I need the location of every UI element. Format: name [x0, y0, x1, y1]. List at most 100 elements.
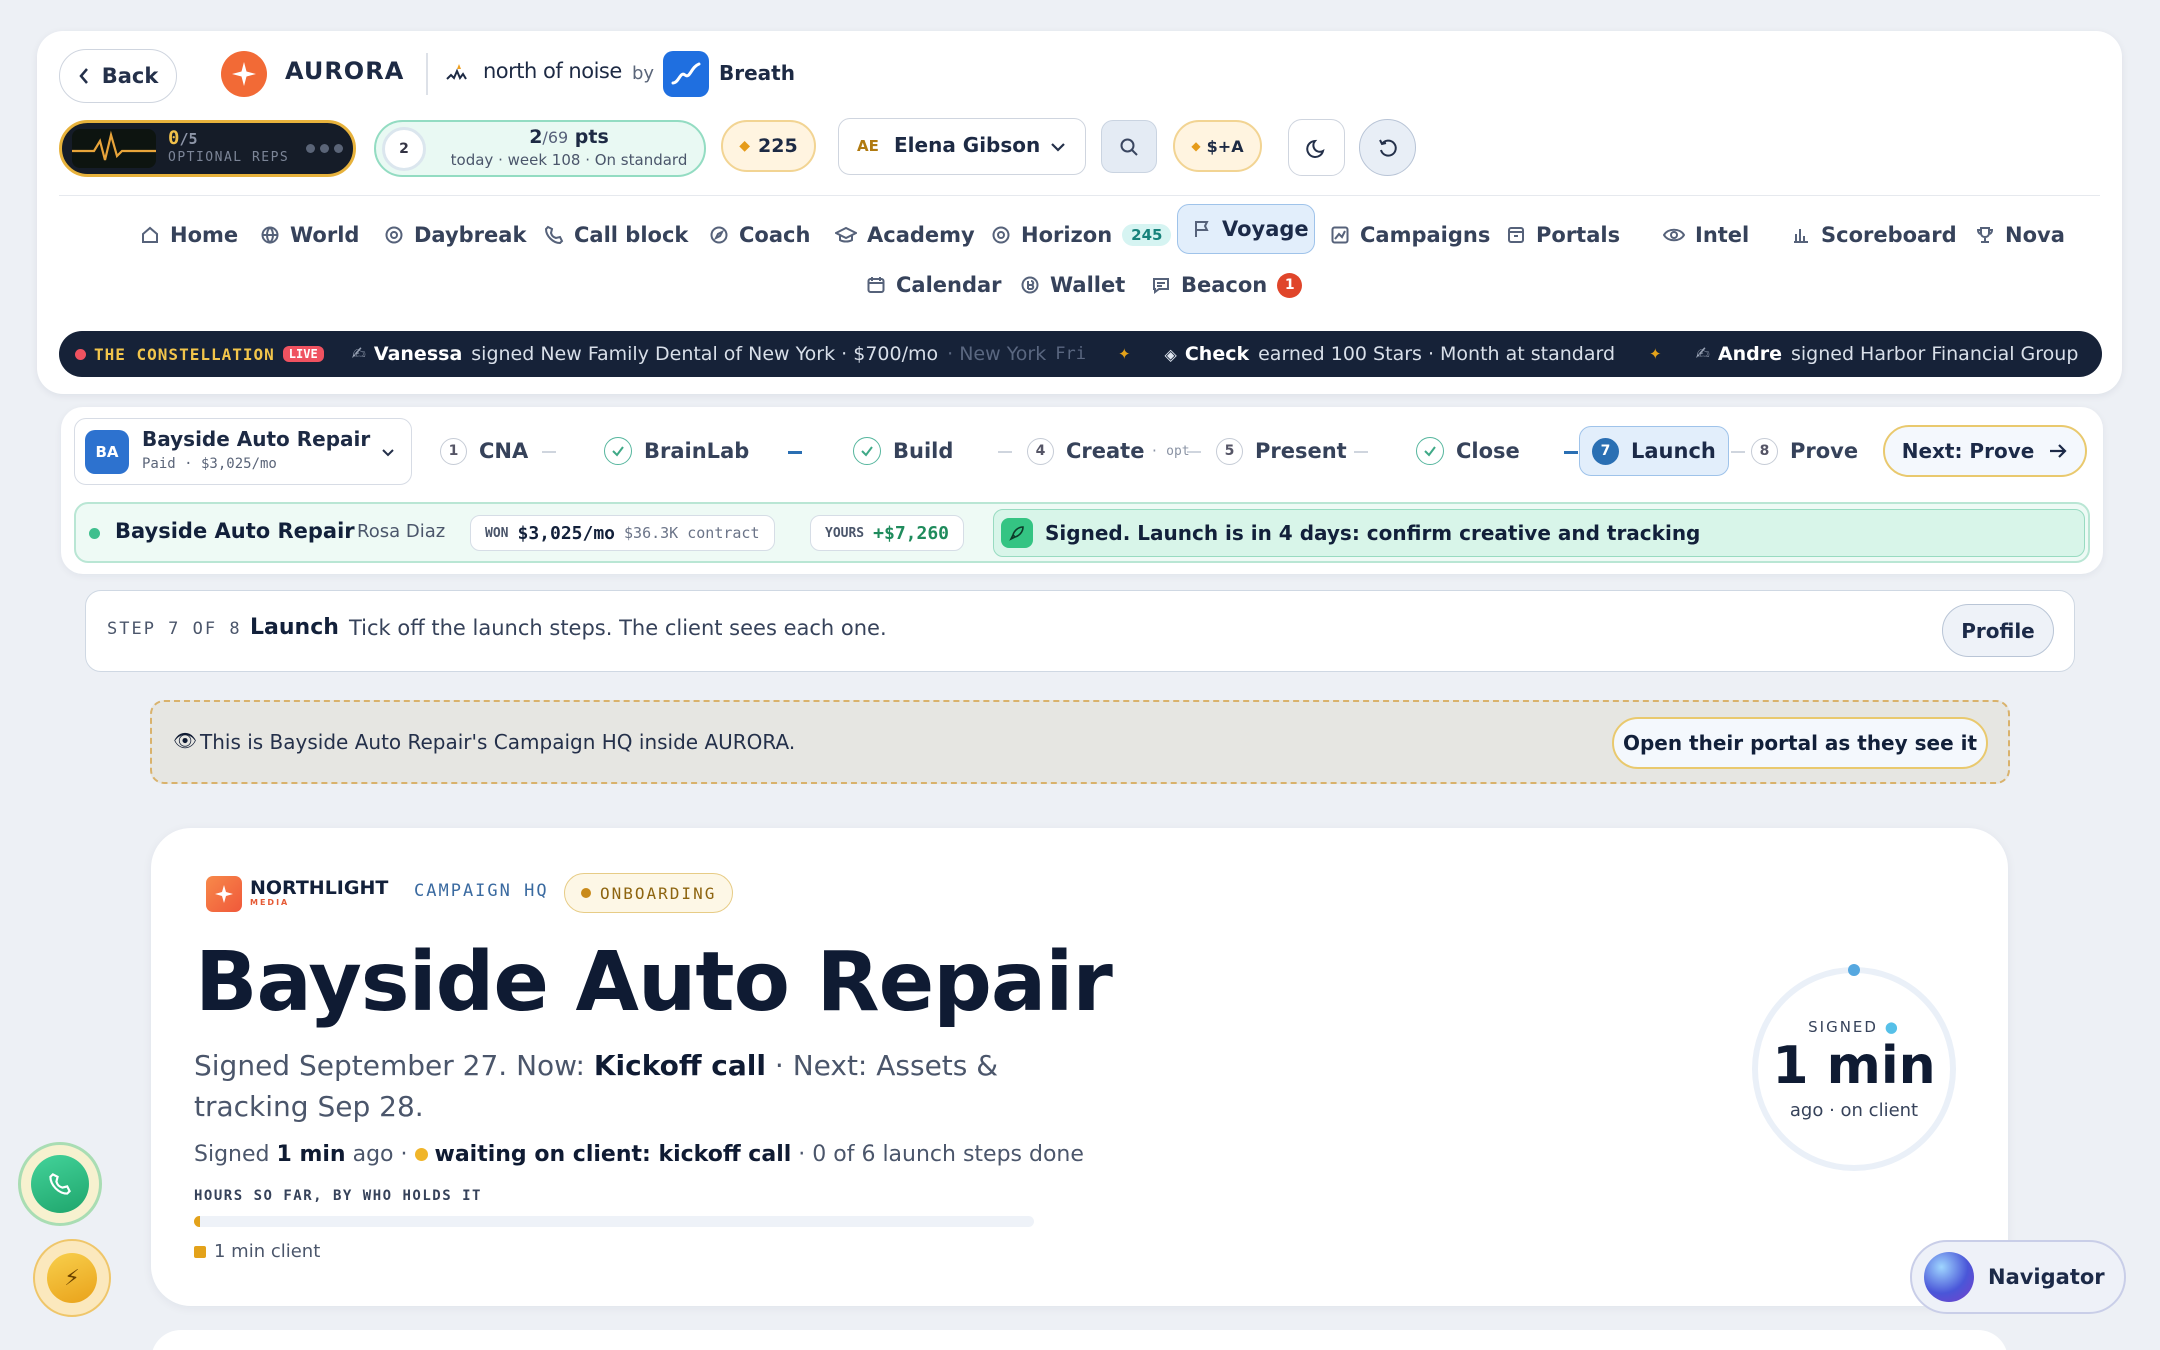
- beacon-count-badge: 1: [1277, 272, 1303, 298]
- nav-item-coach[interactable]: Coach: [709, 211, 810, 259]
- step-build[interactable]: Build: [853, 431, 953, 471]
- client-selector[interactable]: BA Bayside Auto Repair Paid · $3,025/mo: [74, 418, 412, 485]
- nav-item-portals[interactable]: Portals: [1506, 211, 1620, 259]
- summary-now: Kickoff call: [593, 1049, 766, 1082]
- won-label: WON: [485, 525, 509, 541]
- brand-name: AURORA: [285, 57, 405, 85]
- step-brainlab[interactable]: BrainLab: [604, 431, 749, 471]
- phone-icon: [31, 1155, 89, 1213]
- step-close[interactable]: Close: [1416, 431, 1520, 471]
- theme-toggle-button[interactable]: [1288, 119, 1345, 176]
- nav-item-beacon[interactable]: Beacon 1: [1151, 261, 1303, 309]
- nav-label: Wallet: [1050, 273, 1126, 297]
- step-connector: [1731, 451, 1745, 453]
- ring-label: SIGNED: [1808, 1018, 1878, 1036]
- points-unit: pts: [574, 126, 609, 148]
- signed-prefix: Signed: [194, 1142, 270, 1167]
- message-icon: [1153, 278, 1169, 294]
- nav-item-nova[interactable]: Nova: [1975, 211, 2065, 259]
- grade-badge[interactable]: ◆ $+A: [1173, 120, 1262, 172]
- search-icon: [1120, 138, 1138, 156]
- live-dot: [75, 348, 86, 360]
- legend-swatch: [194, 1245, 206, 1258]
- step-label: Create: [1066, 439, 1145, 463]
- nav-label: Daybreak: [414, 223, 527, 247]
- yours-label: YOURS: [825, 525, 865, 541]
- navigator-orb-icon: [1924, 1252, 1974, 1302]
- hours-bar: [194, 1216, 1034, 1227]
- nav-label: Voyage: [1222, 217, 1309, 241]
- nav-item-horizon[interactable]: Horizon 245: [991, 211, 1172, 259]
- hours-bar-fill: [194, 1216, 200, 1227]
- search-button[interactable]: [1101, 120, 1157, 173]
- nav-item-world[interactable]: World: [260, 211, 359, 259]
- portal-icon: [1508, 227, 1524, 243]
- status-dot: [581, 888, 591, 898]
- hours-label: HOURS SO FAR, BY WHO HOLDS IT: [194, 1188, 482, 1204]
- user-selector[interactable]: AE Elena Gibson: [838, 118, 1086, 175]
- home-icon: [142, 226, 158, 243]
- check-icon: [1416, 437, 1444, 465]
- client-avatar: BA: [85, 430, 129, 474]
- step-connector: [542, 451, 556, 453]
- nav-item-daybreak[interactable]: Daybreak: [384, 211, 526, 259]
- step-number: 5: [1216, 437, 1243, 465]
- nav-item-home[interactable]: Home: [140, 211, 238, 259]
- nav-item-intel[interactable]: Intel: [1663, 211, 1749, 259]
- open-portal-button[interactable]: Open their portal as they see it: [1612, 717, 1988, 769]
- campaign-hq-notice: 👁 This is Bayside Auto Repair's Campaign…: [150, 700, 2010, 784]
- navigator-button[interactable]: Navigator: [1910, 1240, 2126, 1314]
- nav-item-wallet[interactable]: Wallet: [1020, 261, 1125, 309]
- nav-item-calendar[interactable]: Calendar: [866, 261, 1002, 309]
- nav-item-academy[interactable]: Academy: [835, 211, 975, 259]
- nav-label: Call block: [574, 223, 689, 247]
- back-button[interactable]: Back: [59, 49, 177, 103]
- profile-button[interactable]: Profile: [1942, 604, 2054, 657]
- reps-total: /5: [179, 130, 198, 148]
- nav-item-voyage[interactable]: Voyage: [1177, 204, 1315, 254]
- step-label: BrainLab: [644, 439, 750, 463]
- step-optional-tag: · opt: [1150, 443, 1190, 459]
- step-launch[interactable]: 7 Launch: [1579, 426, 1729, 476]
- nav-label: Nova: [2005, 223, 2065, 247]
- check-icon: [853, 437, 881, 465]
- client-title: Bayside Auto Repair: [195, 935, 1113, 1030]
- ring-dot: ●: [1884, 1018, 1900, 1036]
- nav-item-campaigns[interactable]: Campaigns: [1330, 211, 1490, 259]
- nav-label: Coach: [739, 223, 811, 247]
- gem-icon: ◆: [1191, 139, 1201, 153]
- diamond-icon: ◈: [1164, 344, 1177, 364]
- nav-label: Campaigns: [1360, 223, 1491, 247]
- step-create[interactable]: 4 Create · opt: [1027, 431, 1190, 471]
- breath-label: Breath: [719, 61, 795, 85]
- step-cna[interactable]: 1 CNA: [440, 431, 528, 471]
- refresh-icon: [1378, 139, 1397, 157]
- sun-icon: [385, 226, 403, 244]
- chevron-left-icon: [79, 68, 88, 84]
- nav-item-scoreboard[interactable]: Scoreboard: [1791, 211, 1957, 259]
- gems-badge[interactable]: ◆ 225: [721, 120, 816, 172]
- pen-icon: ✍: [1695, 344, 1710, 364]
- nav-item-call-block[interactable]: Call block: [544, 211, 688, 259]
- optional-reps-widget[interactable]: 0/5 OPTIONAL REPS: [59, 120, 356, 177]
- refresh-button[interactable]: [1359, 119, 1416, 176]
- breath-logo-icon: [663, 51, 709, 97]
- horizon-count-badge: 245: [1122, 224, 1172, 246]
- step-prove[interactable]: 8 Prove: [1751, 431, 1858, 471]
- nav-label: Intel: [1695, 223, 1750, 247]
- yours-value: +$7,260: [873, 522, 949, 544]
- next-step-button[interactable]: Next: Prove: [1883, 425, 2087, 477]
- partner-name: north of noise: [483, 59, 622, 83]
- graduation-cap-icon: [835, 226, 857, 243]
- separator-star-icon: ✦: [1649, 345, 1662, 363]
- campaign-hq-card: NORTHLIGHT MEDIA CAMPAIGN HQ ONBOARDING …: [151, 828, 2008, 1306]
- compass-icon: [710, 226, 728, 244]
- coin-icon: [1021, 276, 1039, 294]
- step-present[interactable]: 5 Present: [1216, 431, 1347, 471]
- points-widget[interactable]: 2 2/69 pts today · week 108 · On standar…: [374, 120, 706, 177]
- nav-label: Academy: [867, 223, 975, 247]
- boost-fab[interactable]: ⚡: [33, 1239, 111, 1317]
- call-fab[interactable]: [18, 1142, 102, 1226]
- ticker-name: Check: [1184, 343, 1250, 365]
- ticker-title: THE CONSTELLATION: [94, 344, 275, 364]
